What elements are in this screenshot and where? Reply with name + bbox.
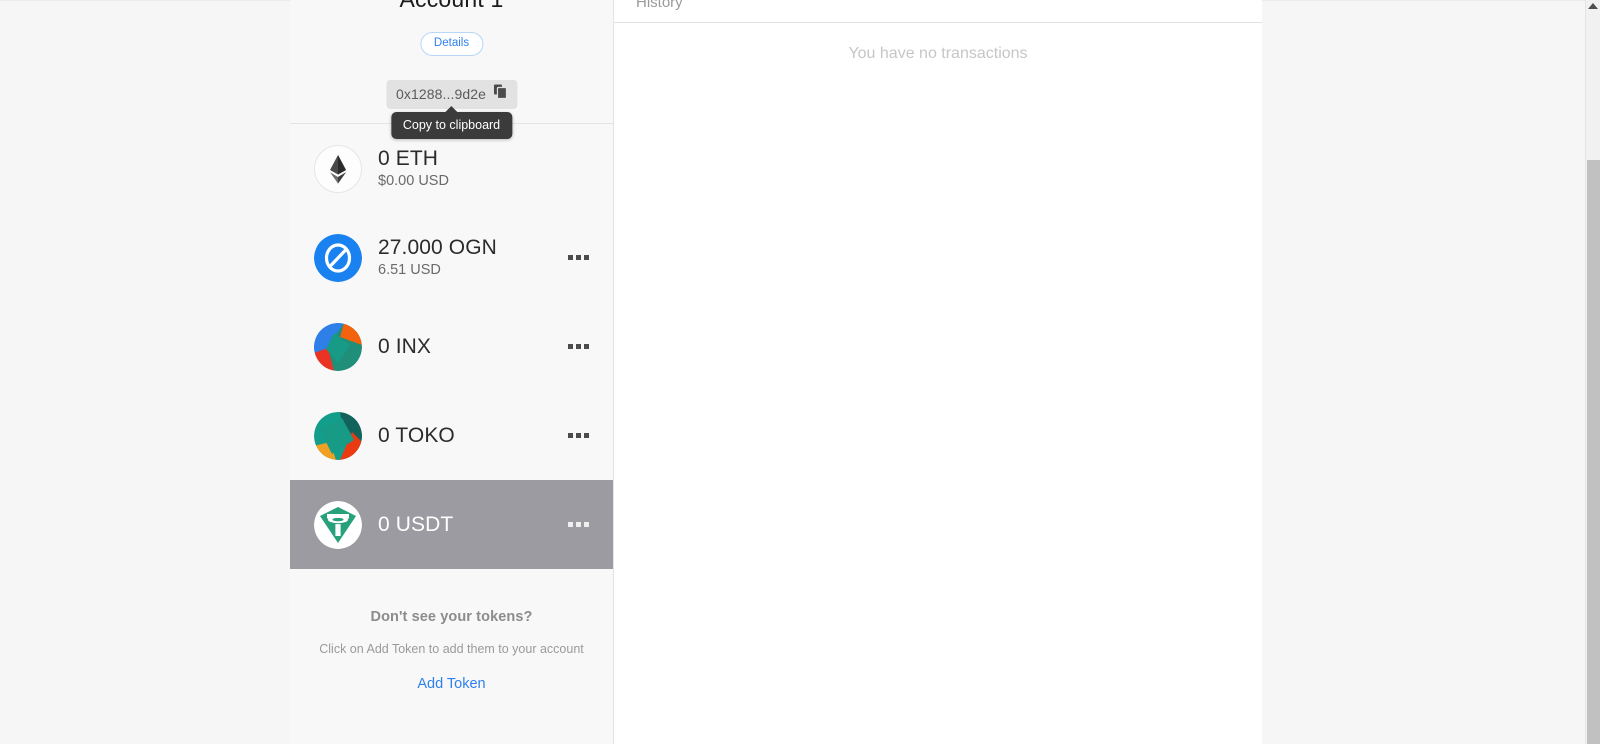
inx-token-icon bbox=[314, 322, 362, 371]
token-text: 0 TOKO bbox=[378, 423, 566, 449]
token-amount: 0 USDT bbox=[378, 512, 454, 536]
tokens-footer-subtitle: Click on Add Token to add them to your a… bbox=[319, 642, 584, 656]
tether-icon bbox=[314, 500, 362, 549]
wallet-app: Account 1 Details 0x1288...9d2e Copy to … bbox=[0, 0, 1600, 744]
token-fiat: $0.00 USD bbox=[378, 173, 449, 190]
token-text: 27.000 OGN 6.51 USD bbox=[378, 235, 566, 280]
token-row[interactable]: 27.000 OGN 6.51 USD bbox=[290, 213, 613, 302]
account-address-text: 0x1288...9d2e bbox=[395, 86, 487, 102]
token-row[interactable]: 0 INX bbox=[290, 302, 613, 391]
add-token-link[interactable]: Add Token bbox=[316, 676, 587, 692]
details-button[interactable]: Details bbox=[419, 32, 484, 56]
token-menu-button[interactable] bbox=[566, 247, 591, 268]
ethereum-icon bbox=[314, 144, 362, 193]
toko-token-icon bbox=[314, 411, 362, 460]
vertical-scrollbar[interactable] bbox=[1585, 0, 1600, 744]
token-list: 0 ETH $0.00 USD 27.000 OGN 6.51 USD 0 IN… bbox=[290, 124, 613, 569]
token-menu-button[interactable] bbox=[566, 514, 591, 535]
tab-history[interactable]: History bbox=[636, 0, 683, 11]
tokens-footer: Don't see your tokens? Click on Add Toke… bbox=[290, 569, 613, 692]
scroll-up-arrow-icon[interactable] bbox=[1588, 3, 1598, 9]
token-fiat: 6.51 USD bbox=[378, 262, 441, 279]
token-row[interactable]: 0 USDT bbox=[290, 480, 613, 569]
account-address-chip[interactable]: 0x1288...9d2e bbox=[385, 80, 518, 109]
token-menu-button[interactable] bbox=[566, 336, 591, 357]
main-panel: History You have no transactions bbox=[614, 0, 1262, 744]
token-menu-button[interactable] bbox=[566, 425, 591, 446]
page-backdrop-right bbox=[1262, 0, 1585, 744]
page-backdrop-left bbox=[0, 0, 290, 744]
tabs-bar: History bbox=[614, 0, 1262, 23]
empty-transactions-message: You have no transactions bbox=[848, 45, 1028, 62]
token-amount: 0 ETH bbox=[378, 146, 439, 170]
token-amount: 0 INX bbox=[378, 334, 432, 358]
account-header: Account 1 Details 0x1288...9d2e Copy to … bbox=[290, 0, 613, 139]
assets-panel: Account 1 Details 0x1288...9d2e Copy to … bbox=[290, 0, 614, 744]
copy-icon[interactable] bbox=[493, 84, 507, 104]
tokens-footer-title: Don't see your tokens? bbox=[370, 609, 533, 625]
copy-tooltip: Copy to clipboard bbox=[390, 106, 513, 139]
token-amount: 27.000 OGN bbox=[378, 235, 497, 259]
token-text: 0 USDT bbox=[378, 512, 566, 538]
token-text: 0 INX bbox=[378, 334, 566, 360]
token-text: 0 ETH $0.00 USD bbox=[378, 146, 591, 191]
token-row[interactable]: 0 TOKO bbox=[290, 391, 613, 480]
token-amount: 0 TOKO bbox=[378, 423, 455, 447]
scrollbar-thumb[interactable] bbox=[1587, 160, 1600, 744]
origin-protocol-icon bbox=[314, 233, 362, 282]
account-name: Account 1 bbox=[290, 0, 613, 13]
